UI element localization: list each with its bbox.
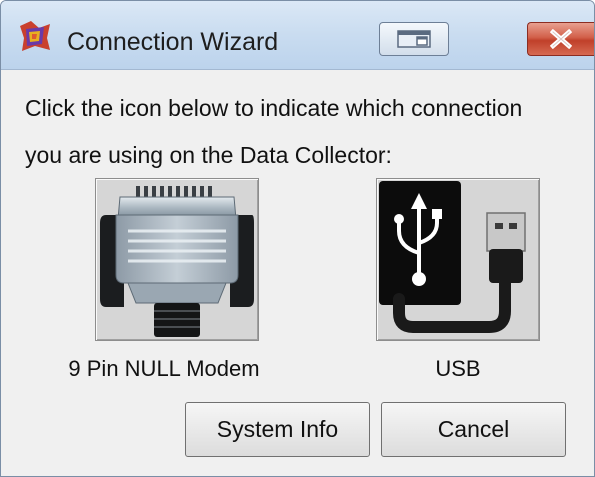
connection-wizard-window: Connection Wizard Click the icon below t…: [0, 0, 595, 477]
serial-connector-icon: [100, 186, 254, 337]
close-button[interactable]: [527, 22, 594, 56]
system-info-button[interactable]: System Info: [185, 402, 370, 457]
title-bar[interactable]: Connection Wizard: [1, 1, 594, 70]
window-restore-icon: [397, 30, 431, 48]
instruction-line-1: Click the icon below to indicate which c…: [25, 95, 523, 121]
cancel-button[interactable]: Cancel: [381, 402, 566, 457]
instruction-line-2: you are using on the Data Collector:: [25, 142, 392, 168]
app-icon: [20, 21, 50, 51]
instruction-text: Click the icon below to indicate which c…: [25, 85, 585, 179]
null-modem-button[interactable]: [95, 178, 259, 341]
close-icon: [550, 29, 572, 49]
usb-cable-icon: [379, 181, 526, 333]
window-title: Connection Wizard: [67, 28, 279, 56]
usb-button[interactable]: [376, 178, 540, 341]
restore-button[interactable]: [379, 22, 449, 56]
null-modem-label: 9 Pin NULL Modem: [68, 356, 260, 381]
usb-label: USB: [435, 356, 481, 381]
